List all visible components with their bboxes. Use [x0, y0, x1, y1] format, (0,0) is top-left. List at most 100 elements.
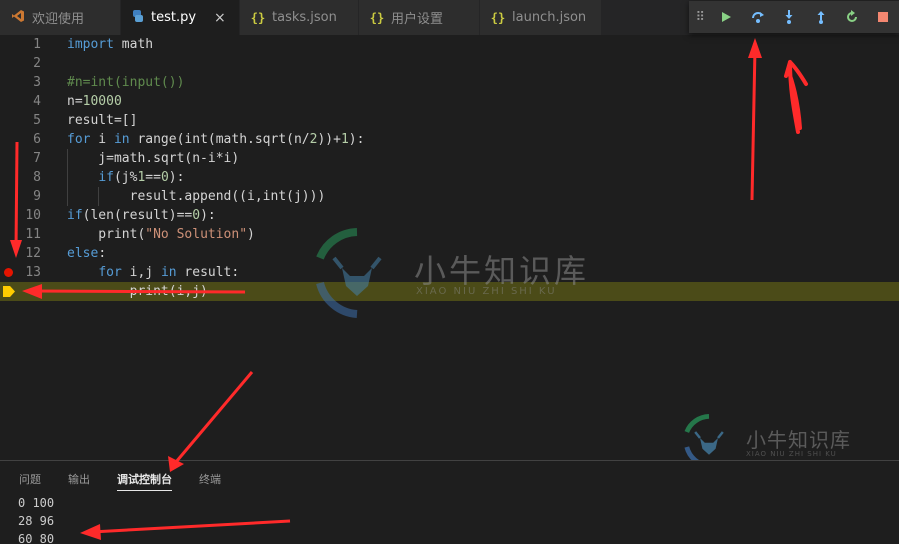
- continue-icon: [722, 12, 732, 22]
- tab-launch-json[interactable]: {} launch.json: [480, 0, 602, 35]
- tab-output[interactable]: 输出: [68, 471, 90, 491]
- continue-button[interactable]: [711, 1, 742, 33]
- breakpoint-icon[interactable]: [4, 268, 13, 277]
- line-number: 9: [33, 189, 41, 204]
- line-number: 8: [33, 170, 41, 185]
- code-token: ))+: [317, 132, 341, 147]
- json-icon: {}: [250, 10, 266, 25]
- tab-welcome[interactable]: 欢迎使用: [0, 0, 121, 35]
- step-into-button[interactable]: [773, 1, 804, 33]
- line-number: 3: [33, 75, 41, 90]
- bottom-panel: 问题 输出 调试控制台 终端 0 100 28 96 60 80: [0, 460, 899, 544]
- stop-button[interactable]: [868, 1, 899, 33]
- code-token: ==: [145, 170, 161, 185]
- tab-label: tasks.json: [272, 10, 337, 25]
- code-token: 10000: [82, 94, 122, 109]
- watermark-logo: 小牛知识库 XIAO NIU ZHI SHI KU: [312, 228, 612, 318]
- tab-user-settings[interactable]: {} 用户设置: [359, 0, 480, 35]
- code-line: 9 result.append((i,int(j))): [0, 187, 899, 206]
- code-token: ):: [348, 132, 365, 147]
- line-number: 7: [33, 151, 41, 166]
- console-output-line: 60 80: [18, 532, 55, 544]
- code-token: else: [67, 246, 99, 261]
- code-token: ): [247, 227, 255, 242]
- code-token: (j%: [113, 170, 138, 185]
- line-number: 1: [33, 37, 41, 52]
- code-text: result.append((i,int(j))): [67, 189, 326, 204]
- tab-label: launch.json: [512, 10, 587, 25]
- tab-problems[interactable]: 问题: [19, 471, 41, 491]
- code-line: 4 n=10000: [0, 92, 899, 111]
- code-token: i,j: [121, 265, 161, 280]
- tab-tasks-json[interactable]: {} tasks.json: [240, 0, 359, 35]
- step-into-icon: [785, 10, 793, 24]
- code-token: "No Solution": [145, 227, 248, 242]
- code-token: print(: [67, 227, 146, 242]
- line-number: 5: [33, 113, 41, 128]
- stop-icon: [878, 12, 889, 22]
- bull-logo-icon: [316, 228, 382, 318]
- code-line: 1 import math: [0, 35, 899, 54]
- code-line: 3 #n=int(input()): [0, 73, 899, 92]
- code-token: if: [98, 170, 114, 185]
- tab-test-py[interactable]: test.py ×: [121, 0, 240, 35]
- restart-button[interactable]: [836, 1, 867, 33]
- code-token: in: [160, 265, 177, 280]
- code-token: i: [90, 132, 114, 147]
- code-token: ):: [200, 208, 216, 223]
- line-number: 12: [25, 246, 41, 261]
- code-line: 8 if(j%1==0):: [0, 168, 899, 187]
- watermark-subtitle: XIAO NIU ZHI SHI KU: [746, 450, 837, 458]
- close-icon[interactable]: ×: [214, 10, 226, 26]
- panel-tabs: 问题 输出 调试控制台 终端: [0, 471, 229, 493]
- step-over-button[interactable]: [742, 1, 773, 33]
- execution-pointer-icon[interactable]: [3, 285, 16, 298]
- step-out-button[interactable]: [805, 1, 836, 33]
- code-token: if: [67, 208, 83, 223]
- line-number: 11: [25, 227, 41, 242]
- code-token: for: [98, 265, 122, 280]
- json-icon: {}: [369, 10, 385, 25]
- code-line: 5 result=[]: [0, 111, 899, 130]
- line-number: 2: [33, 56, 41, 71]
- tab-label: 用户设置: [391, 12, 444, 27]
- code-text: j=math.sqrt(n-i*i): [67, 151, 240, 166]
- restart-icon: [846, 10, 857, 22]
- vscode-logo-icon: [10, 9, 26, 26]
- code-token: 1: [340, 132, 349, 147]
- line-number: 10: [25, 208, 41, 223]
- console-output-line: 0 100: [18, 496, 55, 510]
- code-text: print(i,j): [67, 284, 208, 299]
- code-token: for: [67, 132, 91, 147]
- tab-debug-console[interactable]: 调试控制台: [117, 471, 172, 491]
- line-number: 13: [25, 265, 41, 280]
- watermark-subtitle: XIAO NIU ZHI SHI KU: [416, 286, 557, 297]
- code-token: import: [67, 37, 114, 52]
- code-comment: #n=int(input()): [67, 75, 185, 90]
- code-line: 10 if(len(result)==0):: [0, 206, 899, 225]
- line-number: 6: [33, 132, 41, 147]
- debug-toolbar: ⠿: [689, 1, 899, 33]
- code-token: n=: [67, 94, 83, 109]
- code-token: 0: [160, 170, 169, 185]
- json-icon: {}: [490, 10, 506, 25]
- code-token: :: [98, 246, 107, 261]
- watermark-text: 小牛知识库: [746, 428, 851, 452]
- code-token: result:: [176, 265, 240, 280]
- step-over-icon: [751, 12, 764, 23]
- step-out-icon: [817, 11, 825, 24]
- code-text: result=[]: [67, 113, 138, 128]
- code-line: 6 for i in range(int(math.sqrt(n/2))+1):: [0, 130, 899, 149]
- code-line: 7 j=math.sqrt(n-i*i): [0, 149, 899, 168]
- code-token: (len(result)==: [82, 208, 193, 223]
- tab-label: test.py: [151, 10, 197, 25]
- code-token: math: [113, 37, 154, 52]
- drag-handle-icon[interactable]: ⠿: [689, 10, 711, 25]
- code-token: in: [113, 132, 130, 147]
- tab-label: 欢迎使用: [32, 12, 85, 27]
- python-icon: [131, 9, 145, 26]
- code-token: 0: [192, 208, 201, 223]
- tab-terminal[interactable]: 终端: [199, 471, 221, 491]
- code-token: range(int(math.sqrt(n/: [129, 132, 310, 147]
